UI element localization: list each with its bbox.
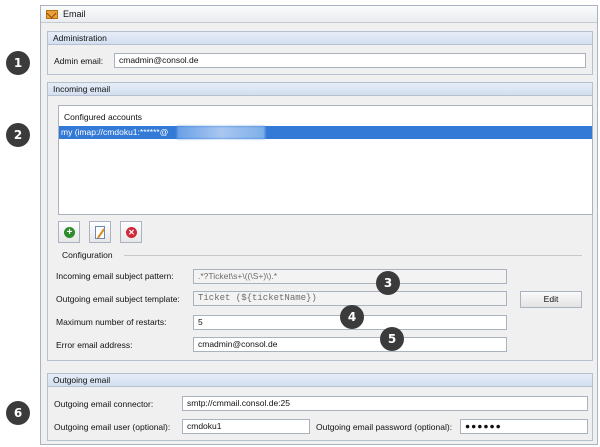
- outgoing-password-label: Outgoing email password (optional):: [316, 422, 453, 432]
- add-account-button[interactable]: +: [58, 221, 80, 243]
- max-restarts-label: Maximum number of restarts:: [56, 317, 167, 327]
- error-email-label: Error email address:: [56, 340, 133, 350]
- account-list-item[interactable]: my (imap://cmdoku1:******@: [59, 126, 592, 139]
- subject-pattern-field: .*?Ticket\s+\((\S+)\).*: [193, 269, 507, 284]
- plus-icon: +: [64, 227, 75, 238]
- email-window: Email Administration Admin email: cmadmi…: [40, 5, 598, 445]
- callout-badge-6: 6: [6, 401, 30, 425]
- callout-badge-3: 3: [376, 271, 400, 295]
- edit-icon: [95, 226, 105, 239]
- incoming-email-section: Incoming email Configured accounts my (i…: [47, 82, 593, 361]
- error-email-field[interactable]: cmadmin@consol.de: [193, 337, 507, 352]
- callout-badge-5: 5: [380, 327, 404, 351]
- admin-email-field[interactable]: cmadmin@consol.de: [114, 53, 586, 68]
- connector-label: Outgoing email connector:: [54, 399, 154, 409]
- redacted-area: [177, 126, 265, 139]
- callout-badge-4: 4: [340, 305, 364, 329]
- callout-badge-1: 1: [6, 51, 30, 75]
- outgoing-email-header: Outgoing email: [48, 374, 592, 387]
- subject-template-label: Outgoing email subject template:: [56, 294, 180, 304]
- outgoing-user-field[interactable]: cmdoku1: [182, 419, 310, 434]
- outgoing-email-section: Outgoing email Outgoing email connector:…: [47, 373, 593, 441]
- window-title: Email: [63, 9, 86, 19]
- edit-account-button[interactable]: [89, 221, 111, 243]
- account-list-item-label: my (imap://cmdoku1:******@: [61, 127, 169, 137]
- configuration-divider: [124, 255, 582, 256]
- envelope-icon: [46, 10, 58, 19]
- window-titlebar: Email: [41, 6, 597, 23]
- remove-icon: ✕: [126, 227, 137, 238]
- configured-accounts-header: Configured accounts: [64, 112, 142, 122]
- incoming-email-header: Incoming email: [48, 83, 592, 96]
- subject-template-field: Ticket (${ticketName}): [193, 291, 507, 306]
- edit-template-button[interactable]: Edit: [520, 291, 582, 308]
- administration-header: Administration: [48, 32, 592, 45]
- administration-section: Administration Admin email: cmadmin@cons…: [47, 31, 593, 75]
- admin-email-label: Admin email:: [54, 56, 104, 66]
- callout-badge-2: 2: [6, 123, 30, 147]
- configured-accounts-list[interactable]: Configured accounts my (imap://cmdoku1:*…: [58, 105, 593, 215]
- connector-field[interactable]: smtp://cmmail.consol.de:25: [182, 396, 588, 411]
- configuration-group-title: Configuration: [62, 250, 113, 260]
- subject-pattern-label: Incoming email subject pattern:: [56, 271, 174, 281]
- delete-account-button[interactable]: ✕: [120, 221, 142, 243]
- outgoing-password-field[interactable]: ●●●●●●: [460, 419, 588, 434]
- outgoing-user-label: Outgoing email user (optional):: [54, 422, 171, 432]
